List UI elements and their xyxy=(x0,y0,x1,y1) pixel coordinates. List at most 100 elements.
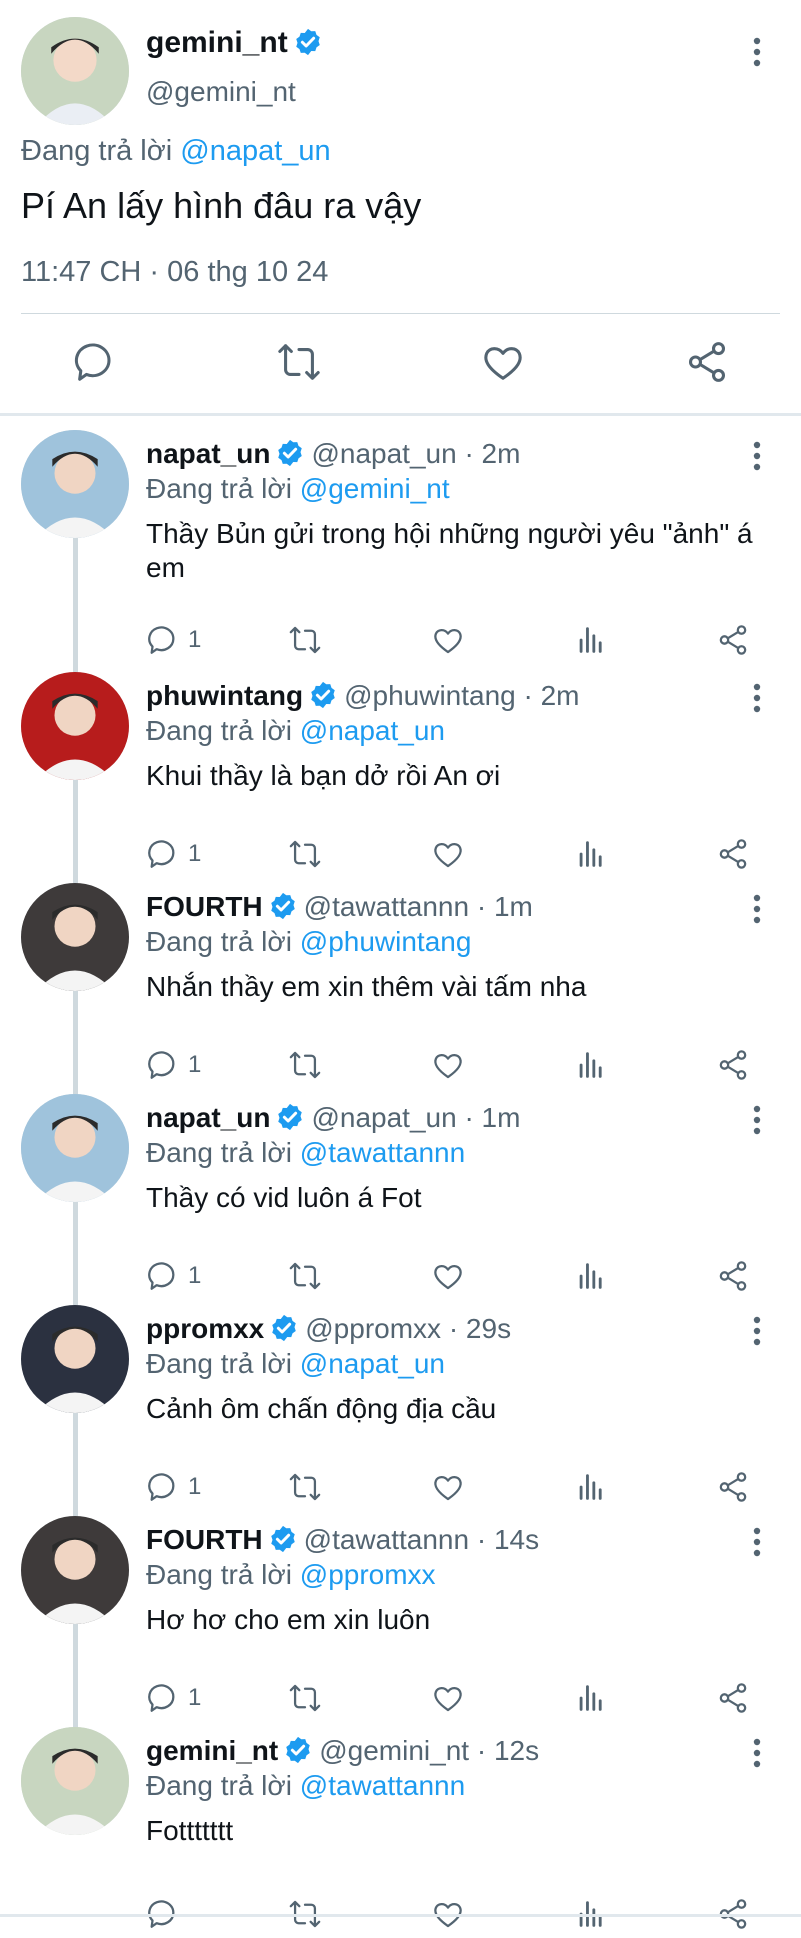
share-icon xyxy=(716,1259,750,1293)
verified-badge-icon xyxy=(269,1313,299,1343)
reply-tweet[interactable]: napat_un @napat_un · 2m Đang trả lời @gem… xyxy=(0,430,801,664)
reply-button[interactable]: 1 xyxy=(146,620,201,660)
share-button[interactable] xyxy=(716,1256,750,1296)
reply-handle-time[interactable]: @ppromxx · 29s xyxy=(305,1313,511,1344)
views-button[interactable] xyxy=(574,620,608,660)
reply-button[interactable]: 1 xyxy=(146,1256,201,1296)
reply-handle-time[interactable]: @napat_un · 2m xyxy=(311,438,520,469)
reply-author-name[interactable]: gemini_nt xyxy=(146,1735,278,1766)
retweet-icon[interactable] xyxy=(276,339,322,385)
retweet-button[interactable] xyxy=(288,1467,322,1507)
retweet-button[interactable] xyxy=(288,1678,322,1718)
reply-tweet[interactable]: FOURTH @tawattannn · 14s Đang trả lời @pp… xyxy=(0,1516,801,1722)
main-avatar[interactable] xyxy=(21,17,129,125)
reply-button[interactable]: 1 xyxy=(146,1467,201,1507)
replying-to-link[interactable]: @ppromxx xyxy=(300,1559,436,1590)
like-icon xyxy=(431,1470,465,1504)
more-options-icon[interactable] xyxy=(745,32,769,72)
like-icon xyxy=(431,1259,465,1293)
replying-to: Đang trả lời @napat_un xyxy=(146,715,445,746)
reply-text: Khui thầy là bạn dở rồi An ơi xyxy=(146,760,501,791)
like-icon[interactable] xyxy=(480,339,526,385)
reply-author-name[interactable]: ppromxx xyxy=(146,1313,264,1344)
reply-author-name[interactable]: FOURTH xyxy=(146,1524,263,1555)
like-button[interactable] xyxy=(431,1467,465,1507)
replying-to-link[interactable]: @napat_un xyxy=(300,1348,445,1379)
retweet-button[interactable] xyxy=(288,620,322,660)
reply-author-name[interactable]: phuwintang xyxy=(146,680,303,711)
retweet-button[interactable] xyxy=(288,1256,322,1296)
replying-to-link[interactable]: @napat_un xyxy=(300,715,445,746)
author-handle[interactable]: @gemini_nt xyxy=(146,76,296,108)
views-button[interactable] xyxy=(574,1678,608,1718)
author-name[interactable]: gemini_nt xyxy=(146,26,323,60)
reply-icon[interactable] xyxy=(72,339,118,385)
share-button[interactable] xyxy=(716,620,750,660)
reply-button[interactable]: 1 xyxy=(146,1678,201,1718)
reply-handle-time[interactable]: @napat_un · 1m xyxy=(311,1102,520,1133)
reply-actions: 1 xyxy=(0,1045,801,1085)
more-options-icon[interactable] xyxy=(745,1100,769,1140)
reply-handle-time[interactable]: @phuwintang · 2m xyxy=(344,680,579,711)
reply-count: 1 xyxy=(188,1684,202,1711)
views-button[interactable] xyxy=(574,1467,608,1507)
replying-to-link[interactable]: @tawattannn xyxy=(300,1137,465,1168)
replying-to-link[interactable]: @tawattannn xyxy=(300,1770,465,1801)
retweet-button[interactable] xyxy=(288,834,322,874)
reply-handle-time[interactable]: @gemini_nt · 12s xyxy=(319,1735,539,1766)
more-options-icon[interactable] xyxy=(745,1522,769,1562)
replying-to-link[interactable]: @gemini_nt xyxy=(300,473,450,504)
reply-handle-time[interactable]: @tawattannn · 14s xyxy=(304,1524,539,1555)
more-options-icon[interactable] xyxy=(745,889,769,929)
share-button[interactable] xyxy=(716,1467,750,1507)
reply-avatar[interactable] xyxy=(21,1727,129,1835)
share-button[interactable] xyxy=(716,834,750,874)
reply-handle-time[interactable]: @tawattannn · 1m xyxy=(304,891,533,922)
reply-actions: 1 xyxy=(0,834,801,874)
reply-avatar[interactable] xyxy=(21,672,129,780)
like-button[interactable] xyxy=(431,620,465,660)
like-button[interactable] xyxy=(431,1678,465,1718)
share-button[interactable] xyxy=(716,1678,750,1718)
reply-icon xyxy=(146,1259,180,1293)
retweet-button[interactable] xyxy=(288,1045,322,1085)
like-button[interactable] xyxy=(431,834,465,874)
reply-tweet[interactable]: phuwintang @phuwintang · 2m Đang trả lời … xyxy=(0,672,801,878)
reply-avatar[interactable] xyxy=(21,1516,129,1624)
more-options-icon[interactable] xyxy=(745,1311,769,1351)
reply-tweet[interactable]: napat_un @napat_un · 1m Đang trả lời @taw… xyxy=(0,1094,801,1300)
reply-author-name[interactable]: napat_un xyxy=(146,438,270,469)
reply-actions: 1 xyxy=(0,1256,801,1296)
share-icon[interactable] xyxy=(684,339,730,385)
verified-badge-icon xyxy=(293,27,323,57)
share-button[interactable] xyxy=(716,1045,750,1085)
like-icon xyxy=(431,1048,465,1082)
reply-tweet[interactable]: FOURTH @tawattannn · 1m Đang trả lời @phu… xyxy=(0,883,801,1089)
reply-button[interactable]: 1 xyxy=(146,834,201,874)
verified-badge-icon xyxy=(283,1735,313,1765)
reply-avatar[interactable] xyxy=(21,1305,129,1413)
replying-to: Đang trả lời @tawattannn xyxy=(146,1770,466,1801)
reply-tweet[interactable]: ppromxx @ppromxx · 29s Đang trả lời @napa… xyxy=(0,1305,801,1511)
reply-author-name[interactable]: napat_un xyxy=(146,1102,270,1133)
reply-author-name[interactable]: FOURTH xyxy=(146,891,263,922)
views-button[interactable] xyxy=(574,1256,608,1296)
more-options-icon[interactable] xyxy=(745,1733,769,1773)
like-button[interactable] xyxy=(431,1256,465,1296)
reply-avatar[interactable] xyxy=(21,883,129,991)
verified-badge-icon xyxy=(275,1102,305,1132)
reply-actions: 1 xyxy=(0,1467,801,1507)
reply-tweet[interactable]: gemini_nt @gemini_nt · 12s Đang trả lời @… xyxy=(0,1727,801,1938)
analytics-icon xyxy=(574,623,608,657)
like-button[interactable] xyxy=(431,1045,465,1085)
reply-button[interactable]: 1 xyxy=(146,1045,201,1085)
views-button[interactable] xyxy=(574,834,608,874)
reply-avatar[interactable] xyxy=(21,430,129,538)
replying-to-link[interactable]: @napat_un xyxy=(180,135,330,167)
reply-avatar[interactable] xyxy=(21,1094,129,1202)
more-options-icon[interactable] xyxy=(745,436,769,476)
replying-to-link[interactable]: @phuwintang xyxy=(300,926,472,957)
views-button[interactable] xyxy=(574,1045,608,1085)
retweet-icon xyxy=(288,623,322,657)
more-options-icon[interactable] xyxy=(745,678,769,718)
